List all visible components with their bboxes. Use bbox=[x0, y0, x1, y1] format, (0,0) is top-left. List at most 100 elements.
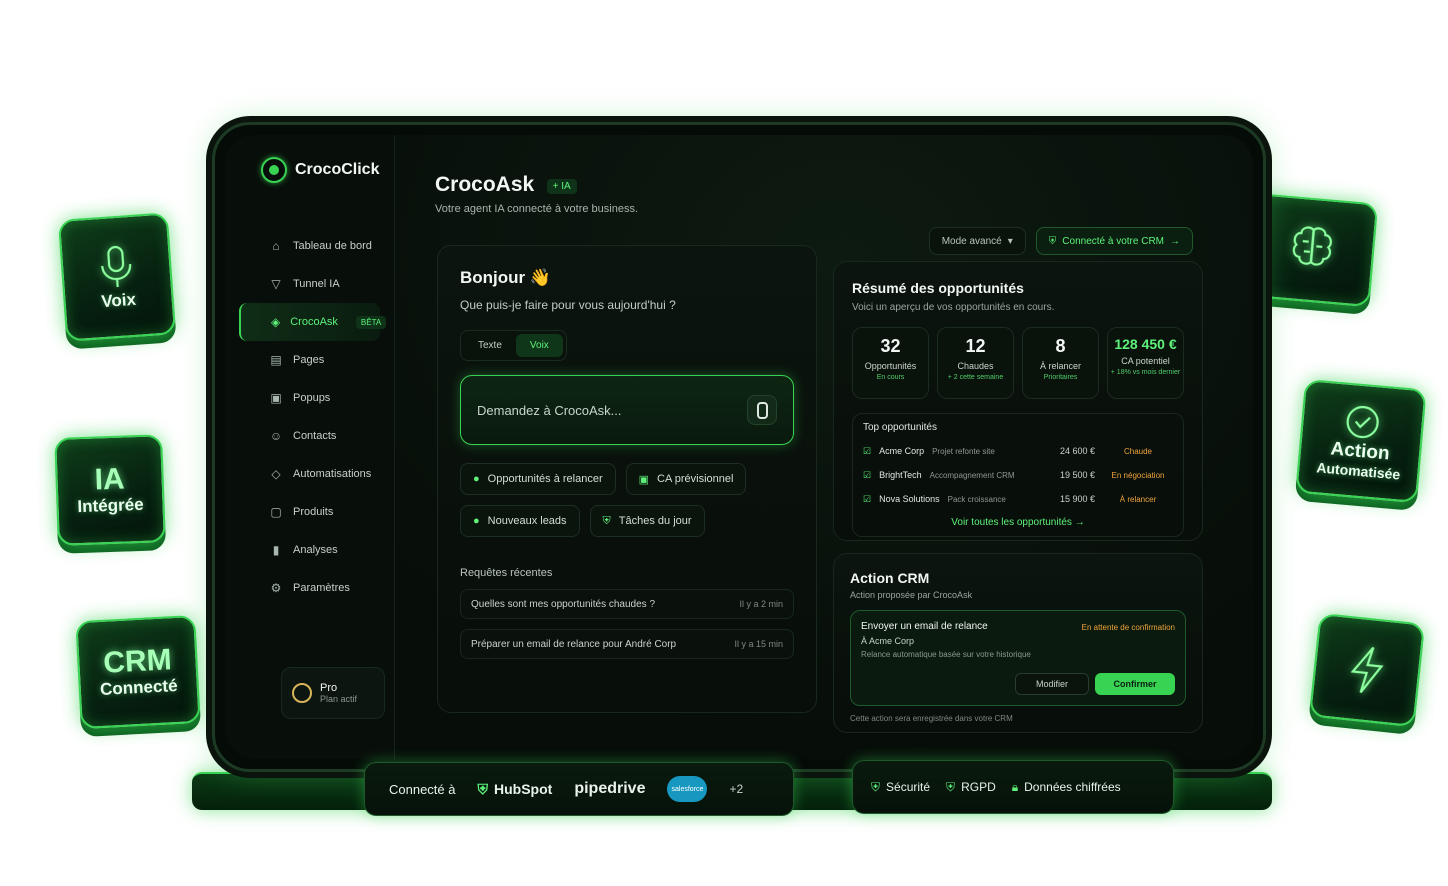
sidebar-item-crocoask[interactable]: ◈ CrocoAsk BÊTA bbox=[239, 303, 387, 341]
chip-new-leads[interactable]: ● Nouveaux leads bbox=[460, 505, 580, 537]
sidebar: CrocoClick ⌂ Tableau de bord ▽ Tunnel IA ◈… bbox=[225, 135, 395, 759]
chart-icon: ▣ bbox=[638, 473, 650, 486]
stat-follow-up: 8 À relancer Prioritaires bbox=[1022, 327, 1099, 399]
page-title: CrocoAsk bbox=[435, 173, 535, 196]
page-header: CrocoAsk + IA Votre agent IA connecté à … bbox=[435, 173, 638, 215]
lock-icon: 🔒︎ bbox=[1011, 779, 1019, 794]
shield-check-icon: ⛨ bbox=[946, 779, 956, 794]
sidebar-item-settings[interactable]: ⚙ Paramètres bbox=[239, 569, 380, 607]
brain-icon bbox=[1292, 226, 1332, 266]
user-icon: ● bbox=[473, 473, 480, 485]
sidebar-item-dashboard[interactable]: ⌂ Tableau de bord bbox=[239, 227, 380, 265]
chevron-down-icon: ▾ bbox=[1007, 235, 1013, 247]
page-subtitle: Votre agent IA connecté à votre business… bbox=[435, 203, 639, 215]
action-subtitle: Action proposée par CrocoAsk bbox=[850, 590, 973, 600]
crm-connected-button[interactable]: ⛨ Connecté à votre CRM → bbox=[1035, 227, 1193, 255]
mode-select[interactable]: Mode avancé ▾ bbox=[928, 227, 1026, 255]
chart-icon: ▮ bbox=[272, 543, 280, 557]
stat-sub: Prioritaires bbox=[1043, 374, 1078, 381]
ask-input[interactable]: Demandez à CrocoAsk... bbox=[460, 375, 794, 445]
chip-opportunities[interactable]: ● Opportunités à relancer bbox=[460, 463, 616, 495]
sidebar-item-products[interactable]: ▢ Produits bbox=[239, 493, 380, 531]
opportunity-row[interactable]: ☑ Acme Corp Projet refonte site 24 600 € Cha… bbox=[863, 439, 1173, 463]
sidebar-item-label: Tableau de bord bbox=[293, 240, 372, 252]
action-description: Relance automatique basée sur votre hist… bbox=[861, 650, 1031, 659]
crm-connected-label: Connecté à votre CRM bbox=[1062, 235, 1164, 247]
stat-opportunities: 32 Opportunités En cours bbox=[852, 327, 929, 399]
sidebar-item-label: Paramètres bbox=[293, 582, 350, 594]
opportunity-name: Acme Corp bbox=[879, 446, 925, 456]
rgpd-item: ⛨ RGPD bbox=[946, 780, 996, 795]
ia-tile-big: IA bbox=[94, 462, 126, 497]
top-opportunities: Top opportunités ☑ Acme Corp Projet refont… bbox=[852, 413, 1184, 537]
confirm-button[interactable]: Confirmer bbox=[1095, 673, 1175, 695]
chip-tasks[interactable]: ⛨ Tâches du jour bbox=[589, 505, 705, 537]
sidebar-item-funnel[interactable]: ▽ Tunnel IA bbox=[239, 265, 380, 303]
recent-request-text: Préparer un email de relance pour André … bbox=[471, 638, 677, 650]
stat-hot: 12 Chaudes + 2 cette semaine bbox=[937, 327, 1014, 399]
brand-name: CrocoClick bbox=[295, 161, 380, 178]
shield-check-icon: ⛨ bbox=[1048, 235, 1057, 247]
opportunity-name: Nova Solutions bbox=[879, 494, 940, 504]
home-icon: ⌂ bbox=[272, 239, 280, 253]
stat-value: 128 450 € bbox=[1114, 336, 1177, 352]
plan-card[interactable]: Pro Plan actif bbox=[281, 667, 385, 719]
integrations-bar: Connecté à ⛨ HubSpot pipedrive salesforce… bbox=[364, 762, 794, 816]
check-square-icon: ☑ bbox=[863, 445, 872, 456]
encryption-label: Données chiffrées bbox=[1024, 779, 1121, 794]
stat-value: 12 bbox=[965, 336, 986, 356]
microphone-button-icon[interactable] bbox=[747, 395, 777, 425]
sidebar-item-contacts[interactable]: ☺ Contacts bbox=[239, 417, 380, 455]
security-item: ⛨ Sécurité bbox=[871, 780, 930, 795]
recent-request-row[interactable]: Préparer un email de relance pour André … bbox=[460, 629, 794, 659]
lightning-tile bbox=[1308, 612, 1426, 728]
check-square-icon: ☑ bbox=[863, 493, 872, 504]
voice-tile: Voix bbox=[57, 212, 177, 342]
crm-tile: CRM Connecté bbox=[75, 614, 201, 730]
mode-text-tab[interactable]: Texte bbox=[464, 334, 516, 357]
shield-icon: ⛨ bbox=[477, 780, 489, 797]
suggestion-chips: ● Opportunités à relancer ▣ CA prévisionne… bbox=[460, 463, 794, 537]
recent-request-row[interactable]: Quelles sont mes opportunités chaudes ? … bbox=[460, 589, 794, 619]
box-icon: ▢ bbox=[270, 505, 282, 519]
opportunity-row[interactable]: ☑ BrightTech Accompagnement CRM 19 500 € En … bbox=[863, 463, 1173, 487]
mode-select-label: Mode avancé bbox=[941, 235, 1002, 247]
opportunity-name: BrightTech bbox=[879, 470, 922, 480]
stat-label: Chaudes bbox=[957, 361, 994, 371]
modify-button[interactable]: Modifier bbox=[1015, 673, 1089, 695]
recent-request-time: Il y a 2 min bbox=[739, 599, 783, 609]
chat-panel: Bonjour 👋 Que puis-je faire pour vous au… bbox=[437, 245, 817, 713]
header-actions: Mode avancé ▾ ⛨ Connecté à votre CRM → bbox=[928, 227, 1193, 255]
action-title: Action CRM bbox=[850, 570, 930, 586]
sidebar-item-popups[interactable]: ▣ Popups bbox=[239, 379, 380, 417]
sidebar-item-label: CrocoAsk bbox=[290, 316, 338, 328]
opportunity-amount: 24 600 € bbox=[1059, 446, 1095, 456]
sidebar-item-label: Tunnel IA bbox=[293, 278, 340, 290]
sidebar-item-automations[interactable]: ◇ Automatisations bbox=[239, 455, 380, 493]
plan-title: Pro bbox=[320, 682, 338, 694]
sidebar-item-label: Popups bbox=[293, 392, 331, 404]
greeting: Bonjour 👋 bbox=[460, 268, 552, 287]
sidebar-item-pages[interactable]: ▤ Pages bbox=[239, 341, 380, 379]
stat-value: 8 bbox=[1055, 336, 1066, 356]
summary-subtitle: Voici un aperçu de vos opportunités en c… bbox=[852, 302, 1055, 313]
ask-input-placeholder: Demandez à CrocoAsk... bbox=[477, 402, 622, 418]
sidebar-item-label: Automatisations bbox=[293, 468, 372, 480]
stat-sub: En cours bbox=[876, 374, 905, 381]
proposed-action: Envoyer un email de relance À Acme Corp … bbox=[850, 610, 1186, 706]
hubspot-logo: ⛨ HubSpot bbox=[478, 781, 553, 798]
greeting-question: Que puis-je faire pour vous aujourd'hui … bbox=[460, 298, 676, 312]
funnel-icon: ▽ bbox=[271, 277, 281, 291]
sidebar-item-label: Produits bbox=[293, 506, 334, 518]
opportunity-amount: 19 500 € bbox=[1059, 470, 1095, 480]
see-all-opportunities-link[interactable]: Voir toutes les opportunités → bbox=[863, 517, 1173, 528]
opportunity-row[interactable]: ☑ Nova Solutions Pack croissance 15 900 € À … bbox=[863, 487, 1173, 511]
chip-forecast[interactable]: ▣ CA prévisionnel bbox=[625, 463, 747, 495]
chip-label: CA prévisionnel bbox=[657, 473, 734, 485]
brand[interactable]: CrocoClick bbox=[261, 157, 380, 183]
connected-to-label: Connecté à bbox=[389, 781, 456, 797]
opportunity-status: En négociation bbox=[1111, 470, 1165, 480]
sidebar-item-analyses[interactable]: ▮ Analyses bbox=[239, 531, 380, 569]
opportunity-amount: 15 900 € bbox=[1059, 494, 1095, 504]
mode-voice-tab[interactable]: Voix bbox=[515, 334, 563, 357]
